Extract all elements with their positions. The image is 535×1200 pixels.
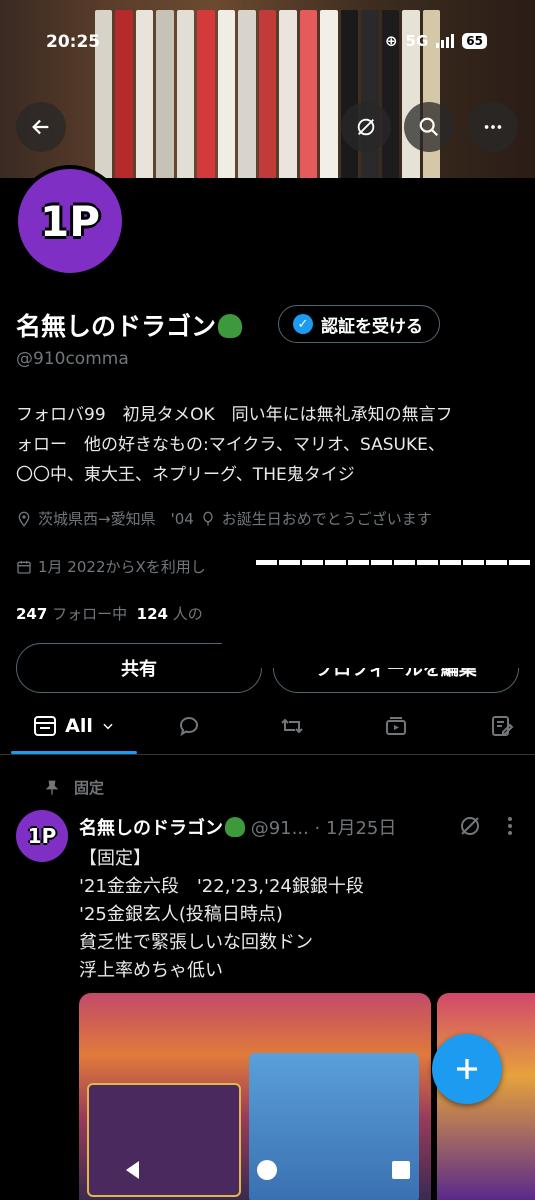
grok-icon — [461, 817, 479, 835]
dragon-emoji-icon — [218, 314, 243, 338]
reply-icon — [180, 717, 198, 737]
compose-button[interactable] — [432, 1034, 502, 1104]
post-text-line: 【固定】 — [79, 848, 151, 869]
triangle-back-icon — [126, 1161, 139, 1179]
dragon-emoji-icon — [225, 817, 245, 837]
pinned-indicator: 固定 — [44, 777, 104, 798]
overlay-panel — [222, 526, 535, 668]
post-avatar[interactable]: 1P — [16, 810, 68, 862]
grok-button[interactable] — [341, 102, 391, 152]
post-date: · 1月25日 — [314, 818, 397, 839]
profile-name: 名無しのドラゴン — [16, 307, 243, 343]
bio-line: フォロバ99 初見タメOK 同い年には無礼承知の無言フ — [16, 405, 453, 425]
post-text-line: '21金金六段 '22,'23,'24銀銀十段 — [79, 876, 364, 897]
circle-home-icon — [257, 1160, 277, 1180]
square-recents-icon — [392, 1161, 410, 1179]
verified-badge-icon: ✓ — [293, 314, 313, 334]
profile-name-text: 名無しのドラゴン — [16, 312, 217, 341]
pin-icon — [45, 780, 59, 795]
tab-articles[interactable] — [476, 700, 528, 752]
article-icon — [492, 716, 514, 736]
post-author-handle: @91... — [250, 818, 309, 839]
status-bar: 20:25 ⊕ 5G 65 — [0, 30, 535, 58]
post-more-button[interactable] — [505, 814, 515, 842]
grok-icon — [357, 118, 375, 136]
dashed-line — [256, 560, 532, 565]
more-icon — [484, 125, 502, 129]
search-icon — [419, 117, 439, 137]
nav-recents-button[interactable] — [386, 1155, 416, 1185]
get-verified-label: 認証を受ける — [321, 316, 423, 337]
plus-icon — [457, 1059, 477, 1079]
video-icon — [386, 717, 406, 735]
tab-media[interactable] — [370, 700, 422, 752]
calendar-icon — [17, 560, 31, 574]
data-saver-icon: ⊕ — [384, 32, 398, 50]
profile-joined: 1月 2022からXを利用し — [38, 558, 206, 576]
system-navigation-bar — [0, 1145, 535, 1200]
nav-home-button[interactable] — [252, 1155, 282, 1185]
profile-joined-row: 1月 2022からXを利用し — [16, 556, 206, 577]
chevron-down-icon — [103, 723, 113, 730]
post-author-name[interactable]: 名無しのドラゴン — [79, 818, 223, 839]
repost-icon — [281, 718, 303, 734]
post-text-line: 貧乏性で緊張しいな回数ドン — [79, 932, 313, 953]
tab-replies[interactable] — [163, 700, 215, 752]
avatar-image: 1P — [18, 169, 122, 273]
post-header: 名無しのドラゴン @91... · 1月25日 — [79, 814, 396, 840]
back-button[interactable] — [16, 102, 66, 152]
followers-label: 人の — [172, 605, 203, 623]
post-text-line: '25金銀玄人(投稿日時点) — [79, 904, 283, 925]
battery-icon: 65 — [462, 33, 487, 49]
back-arrow-icon — [32, 119, 49, 135]
tab-all[interactable]: All — [11, 700, 137, 752]
location-pin-icon — [18, 511, 30, 527]
network-type: 5G — [405, 32, 429, 50]
status-time: 20:25 — [46, 32, 101, 52]
tab-all-label: All — [65, 715, 93, 737]
nav-back-button[interactable] — [118, 1155, 148, 1185]
feed-icon — [34, 716, 57, 736]
more-vertical-icon — [508, 817, 512, 835]
profile-avatar[interactable]: 1P — [14, 165, 126, 277]
more-button[interactable] — [468, 102, 518, 152]
post-text: 【固定】 '21金金六段 '22,'23,'24銀銀十段 '25金銀玄人(投稿日時点… — [79, 845, 364, 985]
followers-count: 124 — [136, 605, 168, 623]
tab-reposts[interactable] — [266, 700, 318, 752]
share-label: 共有 — [121, 659, 157, 680]
post-text-line: 浮上率めちゃ低い — [79, 960, 223, 981]
pinned-label: 固定 — [74, 779, 105, 797]
profile-tabs: All — [0, 700, 535, 755]
profile-location: 茨城県西→愛知県 '04 — [38, 510, 194, 528]
following-count: 247 — [16, 605, 48, 623]
active-tab-indicator — [11, 751, 137, 754]
get-verified-button[interactable]: ✓ 認証を受ける — [278, 305, 440, 343]
signal-icon — [436, 34, 455, 48]
profile-handle: @910comma — [16, 349, 129, 369]
profile-bio: フォロバ99 初見タメOK 同い年には無礼承知の無言フ ォロー 他の好きなもの:… — [16, 400, 521, 490]
profile-banner[interactable] — [0, 0, 535, 178]
bio-line: 〇〇中、東大王、ネプリーグ、THE鬼タイジ — [16, 465, 355, 485]
following-label: フォロー中 — [52, 605, 128, 623]
post-grok-button[interactable] — [458, 814, 482, 842]
bio-line: ォロー 他の好きなもの:マイクラ、マリオ、SASUKE、 — [16, 435, 445, 455]
search-button[interactable] — [404, 102, 454, 152]
balloon-icon — [203, 511, 213, 526]
follow-counts[interactable]: 247 フォロー中 124 人の — [16, 603, 203, 624]
